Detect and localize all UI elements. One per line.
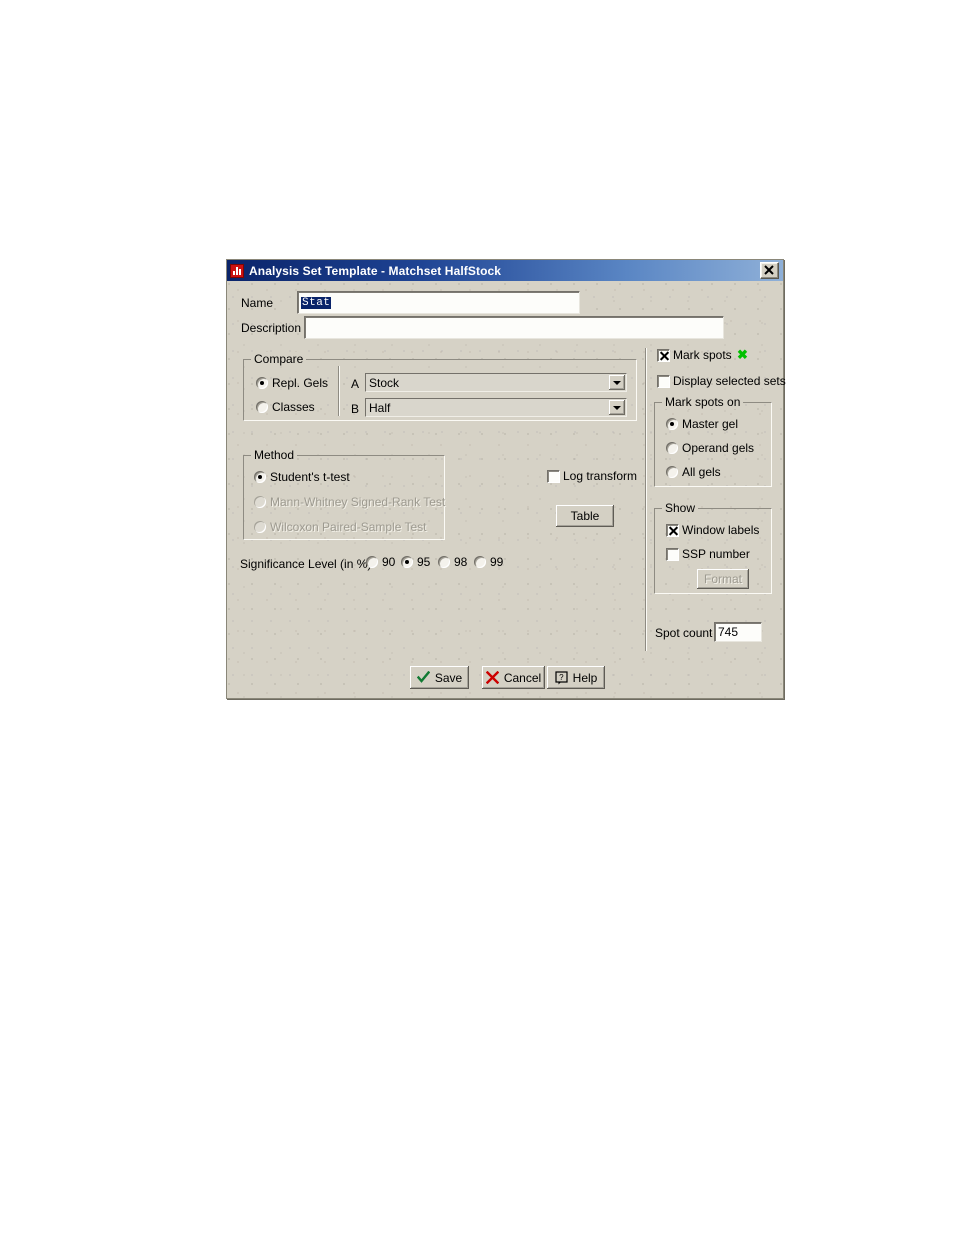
radio-significance-99-label: 99 <box>490 555 504 569</box>
radio-classes-label: Classes <box>272 400 315 414</box>
radio-indicator-icon <box>666 418 678 430</box>
radio-significance-95[interactable]: 95 <box>401 555 430 569</box>
operand-a-value: Stock <box>369 375 400 390</box>
checkbox-indicator-icon <box>657 374 670 388</box>
description-input[interactable] <box>304 316 724 339</box>
checkbox-ssp-number[interactable]: SSP number <box>666 547 750 561</box>
checkbox-indicator-icon <box>547 469 560 483</box>
compare-group: Compare Repl. Gels Classes A Stock B Hal… <box>243 352 637 421</box>
radio-indicator-icon <box>401 556 413 568</box>
window-titlebar: Analysis Set Template - Matchset HalfSto… <box>227 260 783 281</box>
radio-significance-95-label: 95 <box>417 555 431 569</box>
radio-operand-gels[interactable]: Operand gels <box>666 441 754 455</box>
radio-all-gels[interactable]: All gels <box>666 465 721 479</box>
operand-b-value: Half <box>369 400 391 415</box>
radio-indicator-icon <box>366 556 378 568</box>
radio-significance-99[interactable]: 99 <box>474 555 503 569</box>
analysis-set-template-dialog: Analysis Set Template - Matchset HalfSto… <box>226 259 786 699</box>
radio-students-t-test-label: Student's t-test <box>270 470 350 484</box>
radio-significance-98-label: 98 <box>454 555 468 569</box>
radio-indicator-icon <box>254 521 266 533</box>
format-button: Format <box>697 569 749 589</box>
table-button[interactable]: Table <box>556 505 614 527</box>
checkbox-indicator-icon <box>666 547 679 561</box>
save-button-label: Save <box>434 670 463 685</box>
spot-count-text: 745 <box>718 625 739 639</box>
question-balloon-icon: ? <box>555 670 568 684</box>
radio-mann-whitney-label: Mann-Whitney Signed-Rank Test <box>270 495 446 509</box>
cancel-button[interactable]: Cancel <box>482 666 545 689</box>
radio-significance-90[interactable]: 90 <box>366 555 395 569</box>
panel-divider <box>645 348 647 651</box>
compare-inner-divider <box>338 366 340 416</box>
operand-b-select[interactable]: Half <box>365 398 627 417</box>
checkbox-ssp-number-label: SSP number <box>682 547 750 561</box>
significance-level-label: Significance Level (in %) <box>240 557 372 571</box>
compare-group-title: Compare <box>251 352 307 366</box>
close-icon[interactable] <box>760 262 779 279</box>
radio-all-gels-label: All gels <box>682 465 721 479</box>
name-input-value: Stat <box>301 296 332 309</box>
radio-significance-98[interactable]: 98 <box>438 555 467 569</box>
radio-indicator-icon <box>666 442 678 454</box>
window-title: Analysis Set Template - Matchset HalfSto… <box>249 263 502 278</box>
cancel-button-label: Cancel <box>503 670 542 685</box>
table-button-label: Table <box>570 509 600 523</box>
svg-text:?: ? <box>559 673 564 682</box>
checkbox-display-selected-sets-label: Display selected sets <box>673 374 786 388</box>
chevron-down-icon[interactable] <box>609 400 625 415</box>
radio-indicator-icon <box>256 401 268 413</box>
spot-count-label: Spot count <box>655 626 713 640</box>
spot-count-value: 745 <box>714 622 762 642</box>
checkbox-mark-spots-label: Mark spots <box>673 348 732 362</box>
help-button-label: Help <box>572 670 598 685</box>
radio-indicator-icon <box>666 466 678 478</box>
name-label: Name <box>241 296 274 310</box>
checkbox-display-selected-sets[interactable]: Display selected sets <box>657 374 786 388</box>
radio-master-gel-label: Master gel <box>682 417 739 431</box>
green-check-icon <box>416 671 430 683</box>
mark-spots-on-group: Mark spots on Master gel Operand gels Al… <box>654 395 772 487</box>
format-button-label: Format <box>703 572 742 586</box>
show-group: Show Window labels SSP number Format <box>654 501 772 594</box>
operand-b-label: B <box>351 402 360 416</box>
radio-indicator-icon <box>254 471 266 483</box>
radio-indicator-icon <box>254 496 266 508</box>
checkbox-indicator-icon <box>657 348 670 362</box>
checkbox-log-transform[interactable]: Log transform <box>547 469 637 483</box>
method-group: Method Student's t-test Mann-Whitney Sig… <box>243 448 445 540</box>
help-button[interactable]: ? Help <box>547 666 605 689</box>
mark-spots-on-group-title: Mark spots on <box>662 395 744 409</box>
red-x-icon <box>485 671 499 684</box>
radio-master-gel[interactable]: Master gel <box>666 417 738 431</box>
radio-wilcoxon-label: Wilcoxon Paired-Sample Test <box>270 520 427 534</box>
show-group-title: Show <box>662 501 699 515</box>
radio-indicator-icon <box>438 556 450 568</box>
radio-students-t-test[interactable]: Student's t-test <box>254 470 350 484</box>
checkbox-mark-spots[interactable]: Mark spots <box>657 348 732 362</box>
radio-significance-90-label: 90 <box>382 555 396 569</box>
radio-repl-gels-label: Repl. Gels <box>272 376 329 390</box>
radio-operand-gels-label: Operand gels <box>682 441 755 455</box>
operand-a-label: A <box>351 377 360 391</box>
radio-repl-gels[interactable]: Repl. Gels <box>256 376 328 390</box>
radio-mann-whitney: Mann-Whitney Signed-Rank Test <box>254 495 445 509</box>
checkbox-log-transform-label: Log transform <box>563 469 638 483</box>
green-x-icon: ✖ <box>737 347 748 362</box>
bar-chart-icon <box>230 263 244 278</box>
radio-indicator-icon <box>474 556 486 568</box>
name-input[interactable]: Stat <box>297 291 580 314</box>
save-button[interactable]: Save <box>410 666 469 689</box>
method-group-title: Method <box>251 448 298 462</box>
radio-indicator-icon <box>256 377 268 389</box>
chevron-down-icon[interactable] <box>609 375 625 390</box>
description-label: Description <box>241 321 302 335</box>
radio-wilcoxon: Wilcoxon Paired-Sample Test <box>254 520 427 534</box>
checkbox-window-labels-label: Window labels <box>682 523 760 537</box>
checkbox-indicator-icon <box>666 523 679 537</box>
checkbox-window-labels[interactable]: Window labels <box>666 523 759 537</box>
radio-classes[interactable]: Classes <box>256 400 315 414</box>
operand-a-select[interactable]: Stock <box>365 373 627 392</box>
close-glyph <box>764 265 774 275</box>
